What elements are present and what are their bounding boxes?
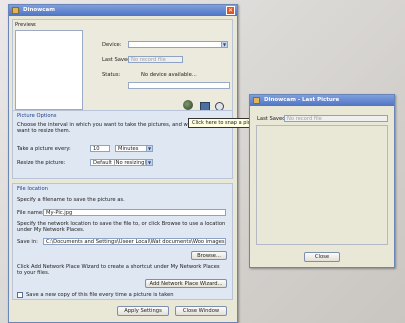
main-titlebar[interactable]: Dinowcam ✕	[9, 5, 237, 16]
main-window: Dinowcam ✕ Preview: Device: ▼ Last Saved…	[8, 4, 238, 323]
last-picture-window: Dinowcam - Last Picture Last Saved: No r…	[249, 94, 395, 268]
preview-section: Preview: Device: ▼ Last Saved: No record…	[12, 19, 233, 119]
apply-settings-button[interactable]: Apply Settings	[117, 306, 169, 316]
filename-description: Specify a filename to save the picture a…	[17, 197, 125, 203]
last-picture-saved-label: Last Saved:	[257, 116, 288, 122]
snap-picture-icon[interactable]	[183, 100, 193, 110]
interval-label: Take a picture every:	[17, 146, 71, 152]
file-location-heading: File location	[17, 186, 48, 192]
save-in-input[interactable]: C:\Documents and Settings\Useer Local\Wa…	[43, 238, 226, 245]
filename-label: File name:	[17, 210, 44, 216]
picture-options-heading: Picture Options	[17, 113, 57, 119]
device-select[interactable]: ▼	[128, 41, 228, 48]
add-network-place-button[interactable]: Add Network Place Wizard...	[145, 279, 227, 288]
last-picture-close-button[interactable]: Close	[304, 252, 340, 262]
last-picture-title: Dinowcam - Last Picture	[264, 97, 340, 103]
last-saved-field: No record file	[128, 56, 183, 63]
filename-input[interactable]: My-Pic.jpg	[43, 209, 226, 216]
preview-label: Preview:	[15, 22, 37, 28]
close-icon[interactable]: ✕	[226, 6, 235, 15]
chevron-down-icon[interactable]: ▼	[221, 42, 227, 47]
main-window-title: Dinowcam	[23, 7, 55, 13]
last-picture-titlebar[interactable]: Dinowcam - Last Picture	[250, 95, 394, 106]
save-copy-checkbox[interactable]	[17, 292, 23, 298]
last-picture-preview	[256, 125, 388, 245]
camera-app-icon	[12, 7, 19, 14]
close-window-button[interactable]: Close Window	[175, 306, 227, 316]
status-progress-bar	[128, 82, 230, 89]
save-copy-label: Save a new copy of this file every time …	[26, 292, 174, 298]
chevron-down-icon[interactable]: ▼	[146, 160, 152, 165]
interval-unit-select[interactable]: Minutes ▼	[115, 145, 153, 152]
device-label: Device:	[102, 42, 122, 48]
last-picture-saved-field: No record file	[284, 115, 388, 122]
preview-box	[15, 30, 83, 110]
status-value: No device available...	[141, 72, 197, 78]
camera-app-icon	[253, 97, 260, 104]
interval-unit-value: Minutes	[118, 146, 139, 152]
browse-button[interactable]: Browse...	[191, 251, 227, 260]
wizard-description: Click Add Network Place Wizard to create…	[17, 264, 220, 276]
file-location-section: File location Specify a filename to save…	[12, 183, 233, 300]
interval-input[interactable]: 10	[90, 145, 110, 152]
status-label: Status:	[102, 72, 121, 78]
network-description: Specify the network location to save the…	[17, 221, 226, 233]
resize-value: Default (No resizing)	[93, 160, 147, 166]
save-in-label: Save in:	[17, 239, 38, 245]
chevron-down-icon[interactable]: ▼	[146, 146, 152, 151]
resize-label: Resize the picture:	[17, 160, 66, 166]
resize-select[interactable]: Default (No resizing) ▼	[90, 159, 153, 166]
